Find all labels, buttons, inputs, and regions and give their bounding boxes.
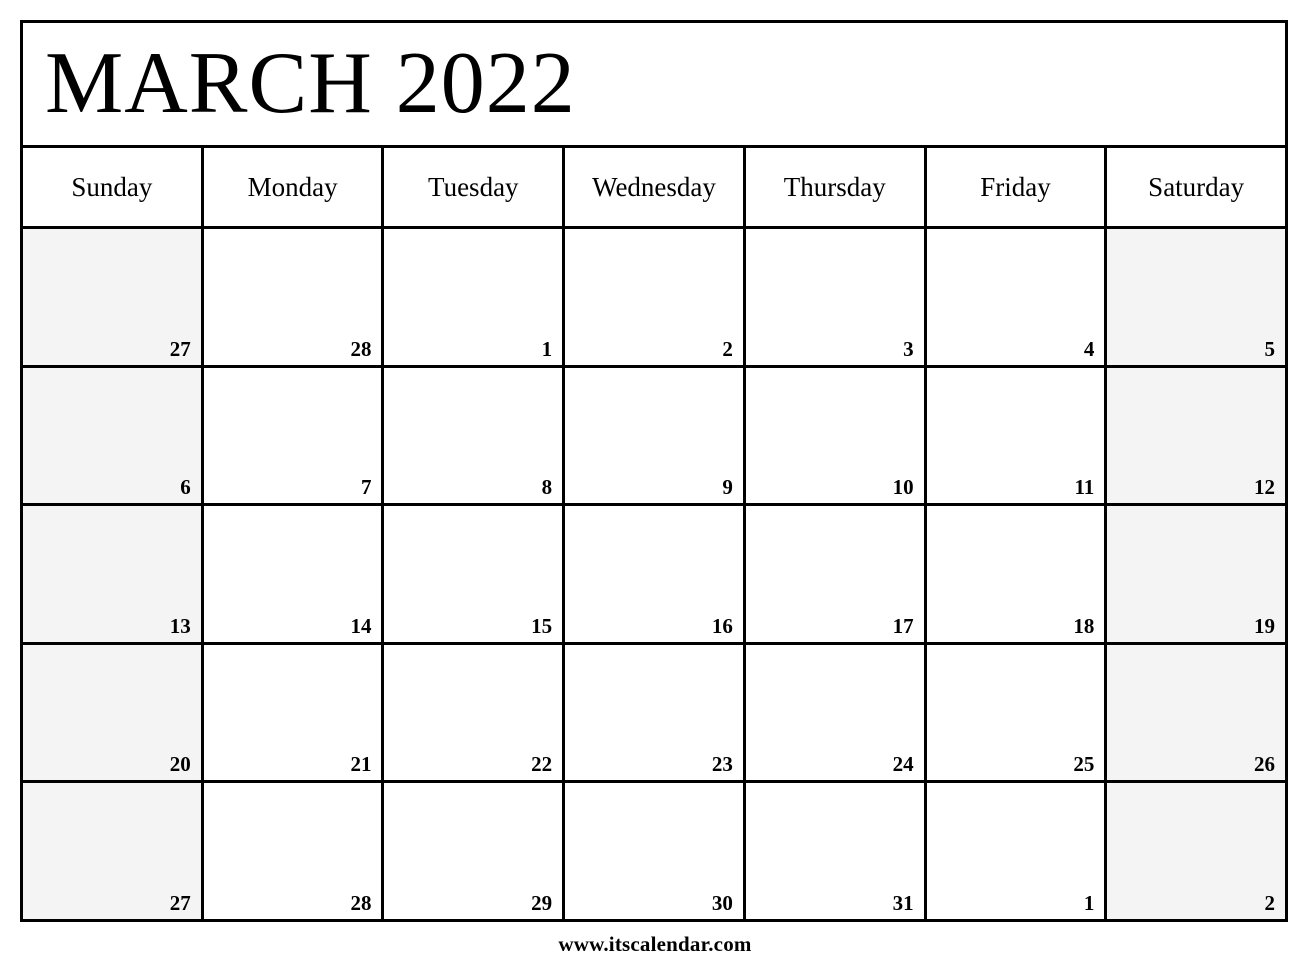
day-number: 5 <box>1264 336 1276 361</box>
weekday-label: Wednesday <box>592 171 716 202</box>
day-cell[interactable]: 25 <box>926 644 1108 781</box>
day-number: 26 <box>1254 752 1276 777</box>
day-number: 3 <box>903 336 914 361</box>
day-number: 28 <box>350 336 372 361</box>
day-number: 6 <box>180 475 191 500</box>
day-cell[interactable]: 12 <box>1107 367 1286 504</box>
day-cell[interactable]: 24 <box>745 644 927 781</box>
day-number: 27 <box>169 890 191 915</box>
day-cell[interactable]: 28 <box>203 229 385 365</box>
weekday-header-cell: Friday <box>926 148 1108 226</box>
day-cell[interactable]: 1 <box>384 229 566 365</box>
day-cell[interactable]: 2 <box>1107 783 1286 919</box>
day-cell[interactable]: 9 <box>565 367 746 504</box>
footer: www.itscalendar.com <box>0 932 1310 957</box>
week-row: 20 21 22 23 24 25 26 <box>23 644 1286 784</box>
day-number: 1 <box>541 336 553 361</box>
day-number: 2 <box>722 336 733 361</box>
day-cell[interactable]: 3 <box>745 229 927 365</box>
day-cell[interactable]: 5 <box>1107 229 1286 365</box>
day-cell[interactable]: 13 <box>23 506 204 642</box>
day-cell[interactable]: 17 <box>745 506 927 642</box>
calendar-grid: MARCH 2022 Sunday Monday Tuesday Wednesday T… <box>20 20 1288 922</box>
day-number: 28 <box>350 890 372 915</box>
calendar-page: MARCH 2022 Sunday Monday Tuesday Wednesday T… <box>0 0 1310 970</box>
day-cell[interactable]: 20 <box>23 644 204 781</box>
weekday-label: Friday <box>980 171 1051 202</box>
day-cell[interactable]: 19 <box>1107 506 1286 642</box>
weekday-header-row: Sunday Monday Tuesday Wednesday Thursday Frid… <box>23 148 1286 229</box>
day-number: 21 <box>350 752 372 777</box>
day-cell[interactable]: 2 <box>565 229 746 365</box>
day-cell[interactable]: 31 <box>745 783 927 919</box>
day-number: 2 <box>1264 890 1276 915</box>
day-number: 22 <box>531 752 553 777</box>
day-cell[interactable]: 16 <box>565 506 746 642</box>
weekday-label: Sunday <box>71 171 153 202</box>
day-cell[interactable]: 22 <box>384 644 566 781</box>
weekday-label: Thursday <box>783 171 886 202</box>
day-cell[interactable]: 27 <box>23 229 204 365</box>
day-number: 18 <box>1073 613 1095 638</box>
day-cell[interactable]: 1 <box>926 783 1108 919</box>
calendar-title-bar: MARCH 2022 <box>23 23 1285 148</box>
weekday-label: Tuesday <box>428 171 519 202</box>
day-cell[interactable]: 10 <box>745 367 927 504</box>
day-cell[interactable]: 27 <box>23 783 204 919</box>
day-number: 7 <box>360 475 372 500</box>
day-number: 13 <box>169 613 191 638</box>
day-number: 1 <box>1083 890 1095 915</box>
day-number: 15 <box>531 613 553 638</box>
weekday-header-cell: Sunday <box>23 148 204 226</box>
day-cell[interactable]: 26 <box>1107 644 1286 781</box>
weekday-header-cell: Monday <box>203 148 385 226</box>
day-number: 25 <box>1073 752 1095 777</box>
day-number: 19 <box>1254 613 1276 638</box>
day-number: 12 <box>1254 475 1276 500</box>
day-number: 17 <box>892 613 914 638</box>
day-number: 30 <box>711 890 733 915</box>
weekday-label: Monday <box>247 171 338 202</box>
weekday-header-cell: Tuesday <box>384 148 566 226</box>
day-number: 27 <box>169 336 191 361</box>
day-cell[interactable]: 29 <box>384 783 566 919</box>
day-number: 14 <box>350 613 372 638</box>
weekday-label: Saturday <box>1148 171 1245 202</box>
day-number: 23 <box>711 752 733 777</box>
website-label: www.itscalendar.com <box>558 932 752 956</box>
day-cell[interactable]: 18 <box>926 506 1108 642</box>
day-number: 24 <box>892 752 914 777</box>
weekday-header-cell: Thursday <box>745 148 927 226</box>
calendar-weeks: 27 28 1 2 3 4 5 6 7 8 9 10 11 12 13 14 15 16 17 18 19 20 21 22 2… <box>23 229 1286 919</box>
day-cell[interactable]: 8 <box>384 367 566 504</box>
week-row: 27 28 29 30 31 1 2 <box>23 783 1286 919</box>
day-cell[interactable]: 4 <box>926 229 1108 365</box>
week-row: 13 14 15 16 17 18 19 <box>23 506 1286 645</box>
day-cell[interactable]: 28 <box>203 783 385 919</box>
day-number: 29 <box>531 890 553 915</box>
day-cell[interactable]: 6 <box>23 367 204 504</box>
day-number: 31 <box>892 890 914 915</box>
day-cell[interactable]: 21 <box>203 644 385 781</box>
day-cell[interactable]: 7 <box>203 367 385 504</box>
day-number: 11 <box>1074 475 1095 500</box>
day-number: 8 <box>541 475 553 500</box>
day-number: 9 <box>722 475 733 500</box>
weekday-header-cell: Wednesday <box>565 148 746 226</box>
day-cell[interactable]: 15 <box>384 506 566 642</box>
day-cell[interactable]: 14 <box>203 506 385 642</box>
page-title: MARCH 2022 <box>45 35 576 132</box>
day-number: 4 <box>1083 336 1095 361</box>
day-cell[interactable]: 11 <box>926 367 1108 504</box>
day-cell[interactable]: 23 <box>565 644 746 781</box>
week-row: 6 7 8 9 10 11 12 <box>23 367 1286 507</box>
day-number: 10 <box>892 475 914 500</box>
week-row: 27 28 1 2 3 4 5 <box>23 229 1286 368</box>
weekday-header-cell: Saturday <box>1107 148 1286 226</box>
day-number: 20 <box>169 752 191 777</box>
day-cell[interactable]: 30 <box>565 783 746 919</box>
day-number: 16 <box>711 613 733 638</box>
